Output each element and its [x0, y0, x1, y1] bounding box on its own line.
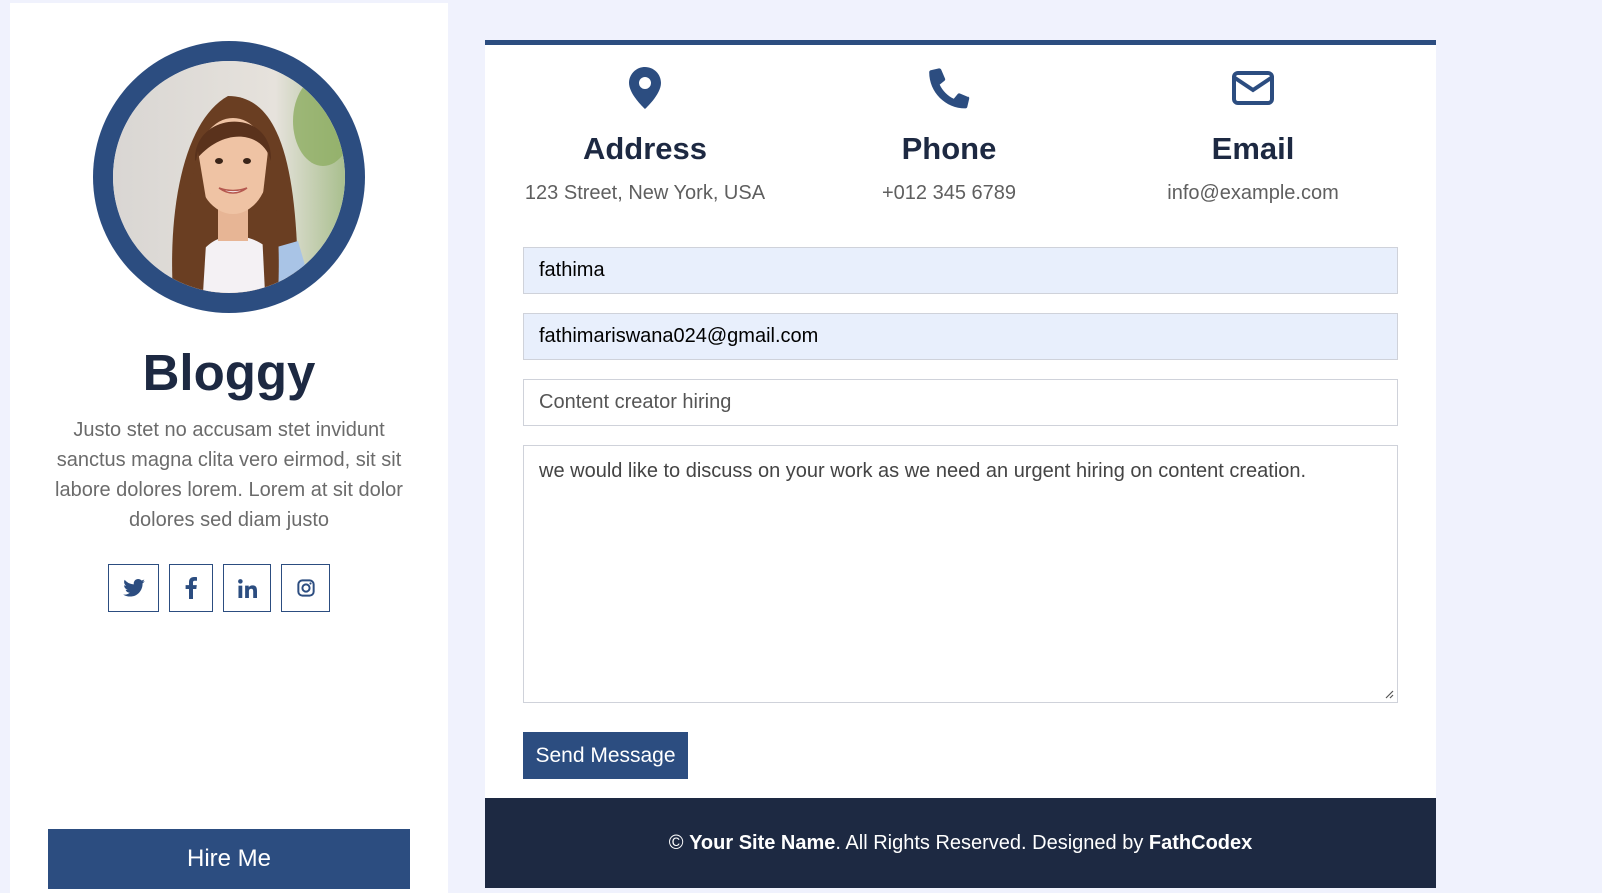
map-pin-icon	[629, 67, 661, 109]
contact-card: Address 123 Street, New York, USA Phone …	[485, 40, 1436, 798]
contact-info-value: +012 345 6789	[881, 182, 1017, 204]
contact-info-title: Phone	[901, 131, 997, 166]
linkedin-icon	[237, 578, 257, 598]
email-field[interactable]: fathimariswana024@gmail.com	[523, 313, 1398, 360]
social-links	[10, 564, 448, 612]
facebook-button[interactable]	[169, 564, 213, 612]
twitter-button[interactable]	[108, 564, 159, 612]
contact-info-phone: Phone +012 345 6789	[789, 45, 1109, 207]
instagram-icon	[296, 579, 315, 597]
name-field[interactable]: fathima	[523, 247, 1398, 294]
footer-site-name[interactable]: Your Site Name	[689, 832, 835, 855]
avatar	[113, 61, 345, 293]
resize-grip-icon[interactable]	[1384, 689, 1394, 699]
avatar-ring	[93, 41, 365, 313]
contact-info-email: Email info@example.com	[1093, 45, 1413, 207]
contact-info-value: 123 Street, New York, USA	[524, 182, 766, 204]
phone-icon	[929, 68, 970, 109]
message-textarea[interactable]: we would like to discuss on your work as…	[523, 445, 1398, 703]
message-text: we would like to discuss on your work as…	[539, 460, 1307, 482]
footer: © Your Site Name. All Rights Reserved. D…	[485, 798, 1436, 888]
envelope-icon	[1232, 71, 1274, 105]
contact-info-title: Address	[582, 131, 708, 166]
send-message-button[interactable]: Send Message	[523, 732, 688, 779]
contact-info-address: Address 123 Street, New York, USA	[485, 45, 805, 207]
twitter-icon	[122, 579, 145, 597]
footer-designer[interactable]: FathCodex	[1149, 832, 1252, 855]
hire-me-button[interactable]: Hire Me	[48, 829, 410, 889]
footer-rights-text: . All Rights Reserved. Designed by	[835, 831, 1144, 854]
profile-sidebar: Bloggy Justo stet no accusam stet invidu…	[10, 3, 448, 893]
profile-bio: Justo stet no accusam stet invidunt sanc…	[55, 419, 403, 531]
linkedin-button[interactable]	[223, 564, 271, 612]
facebook-icon	[185, 577, 197, 599]
instagram-button[interactable]	[281, 564, 330, 612]
profile-name: Bloggy	[142, 344, 316, 401]
copyright-symbol: ©	[668, 831, 684, 854]
subject-field[interactable]: Content creator hiring	[523, 379, 1398, 426]
contact-info-title: Email	[1211, 131, 1295, 166]
contact-info-value: info@example.com	[1167, 182, 1339, 204]
